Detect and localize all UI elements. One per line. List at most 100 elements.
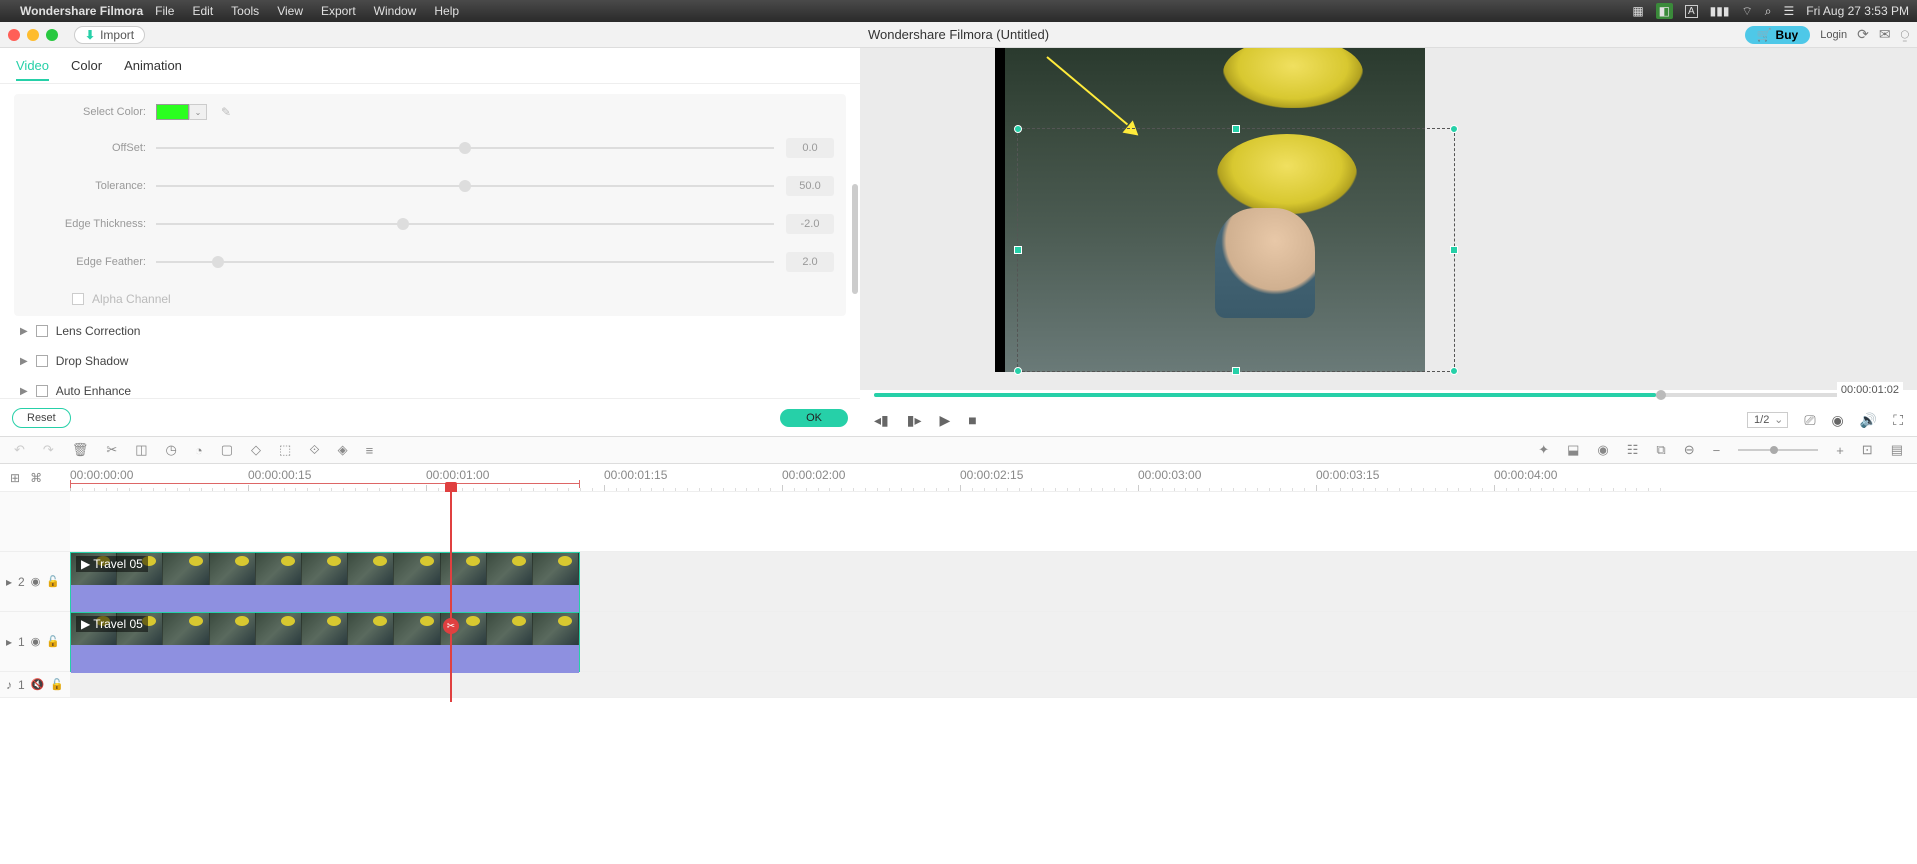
greenscreen-icon[interactable]: ▢ <box>221 442 233 458</box>
eyedropper-icon[interactable]: ✎ <box>221 105 231 119</box>
drop-shadow-section[interactable]: ▶ Drop Shadow <box>14 346 846 376</box>
offset-value[interactable]: 0.0 <box>786 138 834 158</box>
stop-button[interactable]: ■ <box>968 412 976 428</box>
resize-handle[interactable] <box>1014 246 1022 254</box>
auto-enhance-section[interactable]: ▶ Auto Enhance <box>14 376 846 398</box>
user-icon[interactable]: ⍜ <box>1901 26 1909 43</box>
drop-shadow-checkbox[interactable] <box>36 355 48 367</box>
resize-handle[interactable] <box>1014 125 1022 133</box>
maximize-window-button[interactable] <box>46 29 58 41</box>
clock[interactable]: Fri Aug 27 3:53 PM <box>1806 4 1909 18</box>
color-swatch[interactable] <box>156 104 189 120</box>
preview-stage[interactable] <box>860 48 1917 390</box>
undo-icon[interactable]: ↶ <box>14 442 25 458</box>
import-button[interactable]: ⬇ Import <box>74 26 145 44</box>
timeline-view-icon[interactable]: ▤ <box>1891 442 1903 458</box>
auto-enhance-checkbox[interactable] <box>36 385 48 397</box>
edge-feather-value[interactable]: 2.0 <box>786 252 834 272</box>
preview-progress[interactable]: { } <box>860 390 1917 404</box>
add-track-icon[interactable]: ⊞ <box>10 471 20 485</box>
menu-window[interactable]: Window <box>374 4 417 18</box>
wifi-icon[interactable]: ⌔ <box>1741 4 1752 19</box>
clip[interactable]: ▶Travel 05 <box>70 552 580 612</box>
tab-video[interactable]: Video <box>16 58 49 81</box>
link-icon[interactable]: ⌘ <box>30 471 42 485</box>
tolerance-value[interactable]: 50.0 <box>786 176 834 196</box>
zoom-in-icon[interactable]: + <box>1836 443 1844 458</box>
split-indicator-icon[interactable]: ✂ <box>443 618 459 634</box>
render-icon[interactable]: ✦ <box>1538 442 1549 458</box>
status-icon[interactable]: A <box>1685 5 1698 18</box>
redo-icon[interactable]: ↷ <box>43 442 54 458</box>
app-name[interactable]: Wondershare Filmora <box>20 4 143 18</box>
refresh-icon[interactable]: ⟳ <box>1857 26 1869 43</box>
mute-icon[interactable]: 🔇 <box>31 678 45 691</box>
marker-add-icon[interactable]: ⬓ <box>1567 442 1579 458</box>
mail-icon[interactable]: ✉ <box>1879 26 1891 43</box>
zoom-out-icon[interactable]: − <box>1713 443 1721 458</box>
edge-thickness-slider[interactable] <box>156 216 774 232</box>
adjust-icon[interactable]: ≡ <box>366 443 374 458</box>
lock-icon[interactable]: 🔓 <box>46 635 60 648</box>
group-icon[interactable]: ⧉ <box>1656 442 1665 458</box>
menu-tools[interactable]: Tools <box>231 4 259 18</box>
mixer-icon[interactable]: ☷ <box>1627 442 1639 458</box>
ungroup-icon[interactable]: ⊖ <box>1684 442 1695 458</box>
ok-button[interactable]: OK <box>780 409 848 427</box>
menu-help[interactable]: Help <box>434 4 459 18</box>
split-icon[interactable]: ✂ <box>106 442 117 458</box>
menu-edit[interactable]: Edit <box>192 4 213 18</box>
record-icon[interactable]: ◉ <box>1597 442 1608 458</box>
resize-handle[interactable] <box>1232 125 1240 133</box>
reset-button[interactable]: Reset <box>12 408 71 428</box>
lock-icon[interactable]: 🔓 <box>46 575 60 588</box>
volume-icon[interactable]: 🔊 <box>1860 412 1877 429</box>
resize-handle[interactable] <box>1450 246 1458 254</box>
minimize-window-button[interactable] <box>27 29 39 41</box>
crop-icon[interactable]: ◫ <box>135 442 147 458</box>
battery-icon[interactable]: ▮▮▮ <box>1710 4 1730 18</box>
buy-button[interactable]: 🛒 Buy <box>1745 26 1811 44</box>
menu-view[interactable]: View <box>277 4 303 18</box>
resize-handle[interactable] <box>1450 125 1458 133</box>
resize-handle[interactable] <box>1450 367 1458 375</box>
resize-handle[interactable] <box>1232 367 1240 375</box>
lens-checkbox[interactable] <box>36 325 48 337</box>
time-ruler[interactable]: 00:00:00:0000:00:00:1500:00:01:0000:00:0… <box>70 464 1917 491</box>
menu-file[interactable]: File <box>155 4 174 18</box>
edge-thickness-value[interactable]: -2.0 <box>786 214 834 234</box>
play-button[interactable]: ▶ <box>939 412 950 429</box>
playhead[interactable] <box>450 492 452 702</box>
display-icon[interactable]: ⎚ <box>1804 412 1815 429</box>
marker-icon[interactable]: ◈ <box>338 442 348 458</box>
search-icon[interactable]: ⌕ <box>1765 4 1772 19</box>
scrollbar[interactable] <box>852 184 858 294</box>
prev-frame-button[interactable]: ◂▮ <box>874 412 889 429</box>
fullscreen-icon[interactable]: ⛶ <box>1893 412 1903 429</box>
control-center-icon[interactable]: ☰ <box>1784 4 1795 18</box>
preview-ratio-select[interactable]: 1/2 <box>1747 412 1788 428</box>
edge-feather-slider[interactable] <box>156 254 774 270</box>
tab-animation[interactable]: Animation <box>124 58 182 81</box>
snapshot-icon[interactable]: ◉ <box>1832 412 1844 429</box>
zoom-slider[interactable] <box>1738 449 1818 451</box>
status-icon[interactable]: ◧ <box>1656 3 1673 19</box>
tab-color[interactable]: Color <box>71 58 102 81</box>
volume-icon[interactable]: ⟐ <box>309 442 319 458</box>
keyframe-icon[interactable]: ◇ <box>251 442 261 458</box>
alpha-checkbox[interactable] <box>72 293 84 305</box>
selection-box[interactable] <box>1017 128 1455 372</box>
color-icon[interactable]: ◔ <box>195 443 203 458</box>
speed-icon[interactable]: ◷ <box>166 442 177 458</box>
lock-icon[interactable]: 🔓 <box>50 678 64 691</box>
detect-icon[interactable]: ⬚ <box>279 442 291 458</box>
login-link[interactable]: Login <box>1820 29 1847 41</box>
visibility-icon[interactable]: ◉ <box>31 575 41 588</box>
delete-icon[interactable]: 🗑 <box>72 442 89 458</box>
color-dropdown[interactable]: ⌄ <box>189 104 207 120</box>
tolerance-slider[interactable] <box>156 178 774 194</box>
offset-slider[interactable] <box>156 140 774 156</box>
resize-handle[interactable] <box>1014 367 1022 375</box>
menu-export[interactable]: Export <box>321 4 356 18</box>
clip[interactable]: ▶Travel 05 <box>70 612 580 672</box>
